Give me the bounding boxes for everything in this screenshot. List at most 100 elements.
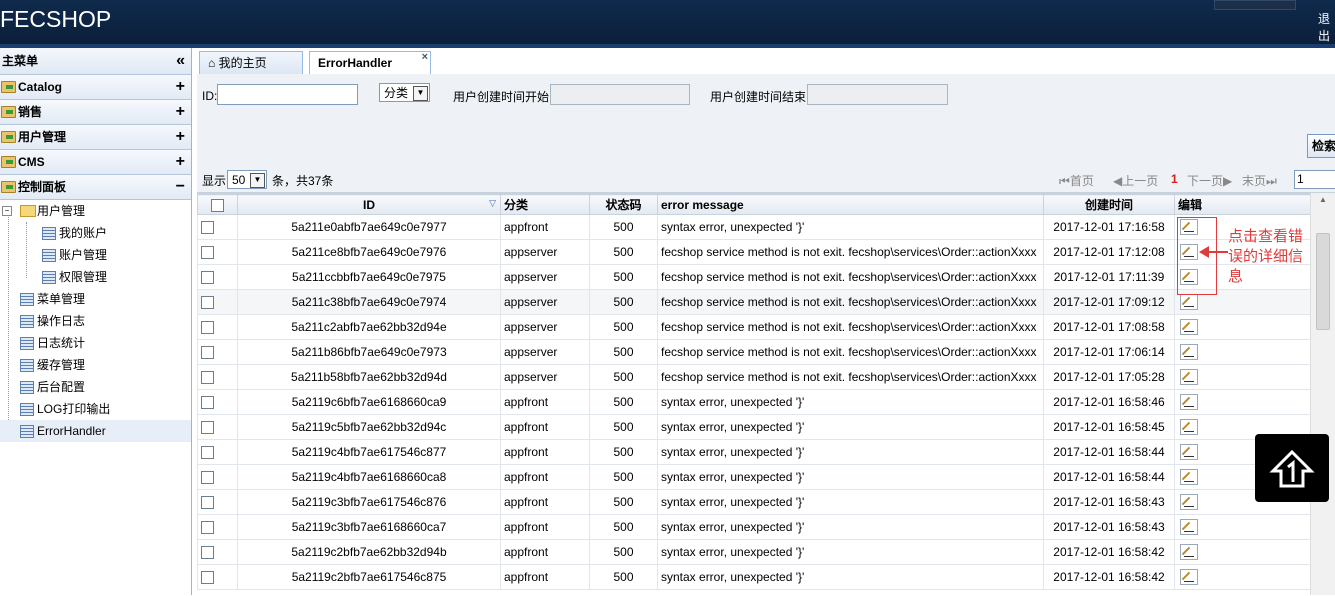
table-row[interactable]: 5a211ce8bfb7ae649c0e7976 appserver 500 fecs… xyxy=(197,239,1310,265)
pencil-edit-icon[interactable] xyxy=(1180,394,1198,410)
pencil-edit-icon[interactable] xyxy=(1180,569,1198,585)
table-row[interactable]: 5a211b86bfb7ae649c0e7973 appserver 500 fecs… xyxy=(197,339,1310,365)
col-id[interactable]: ID ▽ xyxy=(237,194,501,215)
row-checkbox[interactable] xyxy=(197,414,238,440)
table-row[interactable]: 5a211e0abfb7ae649c0e7977 appfront 500 synta… xyxy=(197,214,1310,240)
checkbox[interactable] xyxy=(201,496,214,510)
table-row[interactable]: 5a211b58bfb7ae62bb32d94d appserver 500 fecs… xyxy=(197,364,1310,390)
row-checkbox[interactable] xyxy=(197,314,238,340)
page-number-input[interactable]: 1 xyxy=(1294,170,1335,189)
col-message[interactable]: error message xyxy=(657,194,1044,215)
pencil-edit-icon[interactable] xyxy=(1180,494,1198,510)
pencil-edit-icon[interactable] xyxy=(1180,294,1198,310)
cell-edit[interactable] xyxy=(1174,564,1310,590)
prev-page-link[interactable]: ◀上一页 xyxy=(1113,172,1158,189)
table-row[interactable]: 5a211c2abfb7ae62bb32d94e appserver 500 fecs… xyxy=(197,314,1310,340)
header-toolbar-icons[interactable] xyxy=(1214,0,1296,10)
checkbox[interactable] xyxy=(201,446,214,460)
logout-link[interactable]: 退出 xyxy=(1318,10,1335,44)
pencil-edit-icon[interactable] xyxy=(1180,319,1198,335)
table-row[interactable]: 5a2119c4bfb7ae6168660ca8 appfront 500 synta… xyxy=(197,464,1310,490)
menu-catalog[interactable]: Catalog + xyxy=(0,75,191,100)
checkbox[interactable] xyxy=(201,371,214,385)
cell-edit[interactable] xyxy=(1174,514,1310,540)
pencil-edit-icon[interactable] xyxy=(1180,469,1198,485)
select-all-checkbox[interactable] xyxy=(197,194,238,215)
pencil-edit-icon[interactable] xyxy=(1180,344,1198,360)
start-time-input[interactable] xyxy=(550,84,690,105)
row-checkbox[interactable] xyxy=(197,239,238,265)
row-checkbox[interactable] xyxy=(197,339,238,365)
search-button[interactable]: 检索 xyxy=(1307,134,1335,158)
back-to-top-button[interactable] xyxy=(1255,434,1329,502)
pencil-edit-icon[interactable] xyxy=(1180,369,1198,385)
row-checkbox[interactable] xyxy=(197,564,238,590)
row-checkbox[interactable] xyxy=(197,464,238,490)
table-row[interactable]: 5a2119c4bfb7ae617546c877 appfront 500 synta… xyxy=(197,439,1310,465)
expand-icon[interactable]: + xyxy=(176,150,185,174)
table-row[interactable]: 5a2119c2bfb7ae62bb32d94b appfront 500 synta… xyxy=(197,539,1310,565)
id-input[interactable] xyxy=(217,84,358,105)
table-row[interactable]: 5a2119c3bfb7ae617546c876 appfront 500 synta… xyxy=(197,489,1310,515)
table-row[interactable]: 5a211ccbbfb7ae649c0e7975 appserver 500 fecs… xyxy=(197,264,1310,290)
checkbox[interactable] xyxy=(201,321,214,335)
checkbox[interactable] xyxy=(201,471,214,485)
collapse-icon[interactable]: − xyxy=(176,175,185,199)
row-checkbox[interactable] xyxy=(197,539,238,565)
checkbox[interactable] xyxy=(201,296,214,310)
expand-icon[interactable]: + xyxy=(176,75,185,99)
row-checkbox[interactable] xyxy=(197,514,238,540)
checkbox[interactable] xyxy=(201,346,214,360)
row-checkbox[interactable] xyxy=(197,439,238,465)
row-checkbox[interactable] xyxy=(197,289,238,315)
row-checkbox[interactable] xyxy=(197,489,238,515)
category-select[interactable]: 分类 ▼ xyxy=(379,83,430,102)
scroll-up-icon[interactable]: ▲ xyxy=(1319,195,1327,204)
collapse-sidebar-icon[interactable]: « xyxy=(176,48,185,74)
checkbox[interactable] xyxy=(201,221,214,235)
menu-sales[interactable]: 销售 + xyxy=(0,100,191,125)
table-row[interactable]: 5a211c38bfb7ae649c0e7974 appserver 500 fecs… xyxy=(197,289,1310,315)
checkbox[interactable] xyxy=(201,271,214,285)
expand-icon[interactable]: + xyxy=(176,125,185,149)
checkbox[interactable] xyxy=(201,571,214,585)
checkbox[interactable] xyxy=(201,521,214,535)
menu-cms[interactable]: CMS + xyxy=(0,150,191,175)
tree-item-my-account[interactable]: 我的账户 xyxy=(0,222,191,244)
end-time-input[interactable] xyxy=(807,84,948,105)
sort-desc-icon[interactable]: ▽ xyxy=(489,198,496,209)
cell-edit[interactable] xyxy=(1174,339,1310,365)
tree-item-operation-log[interactable]: 操作日志 xyxy=(0,310,191,332)
pencil-edit-icon[interactable] xyxy=(1180,519,1198,535)
col-created[interactable]: 创建时间 xyxy=(1043,194,1175,215)
tree-item-account-manage[interactable]: 账户管理 xyxy=(0,244,191,266)
col-category[interactable]: 分类 xyxy=(500,194,590,215)
table-row[interactable]: 5a2119c3bfb7ae6168660ca7 appfront 500 synta… xyxy=(197,514,1310,540)
tree-item-backend-config[interactable]: 后台配置 xyxy=(0,376,191,398)
checkbox[interactable] xyxy=(201,546,214,560)
next-page-link[interactable]: 下一页▶ xyxy=(1187,172,1232,189)
last-page-link[interactable]: 末页⏭ xyxy=(1242,172,1277,189)
tree-item-menu-manage[interactable]: 菜单管理 xyxy=(0,288,191,310)
pencil-edit-icon[interactable] xyxy=(1180,419,1198,435)
cell-edit[interactable] xyxy=(1174,364,1310,390)
scroll-thumb[interactable] xyxy=(1316,233,1330,330)
pencil-edit-icon[interactable] xyxy=(1180,444,1198,460)
row-checkbox[interactable] xyxy=(197,264,238,290)
vertical-scrollbar[interactable]: ▲ xyxy=(1310,193,1335,595)
tab-home[interactable]: ⌂ 我的主页 xyxy=(199,51,303,74)
tree-item-log-stats[interactable]: 日志统计 xyxy=(0,332,191,354)
tree-group-users[interactable]: − 用户管理 xyxy=(0,200,191,222)
checkbox[interactable] xyxy=(201,246,214,260)
row-checkbox[interactable] xyxy=(197,389,238,415)
per-page-select[interactable]: 50 ▼ xyxy=(227,170,267,189)
checkbox[interactable] xyxy=(211,198,224,212)
cell-edit[interactable] xyxy=(1174,389,1310,415)
row-checkbox[interactable] xyxy=(197,214,238,240)
tree-item-errorhandler[interactable]: ErrorHandler xyxy=(0,420,191,442)
table-row[interactable]: 5a2119c5bfb7ae62bb32d94c appfront 500 synta… xyxy=(197,414,1310,440)
checkbox[interactable] xyxy=(201,396,214,410)
tree-item-log-print[interactable]: LOG打印输出 xyxy=(0,398,191,420)
table-row[interactable]: 5a2119c2bfb7ae617546c875 appfront 500 synta… xyxy=(197,564,1310,590)
tab-errorhandler[interactable]: ErrorHandler × xyxy=(309,51,431,75)
